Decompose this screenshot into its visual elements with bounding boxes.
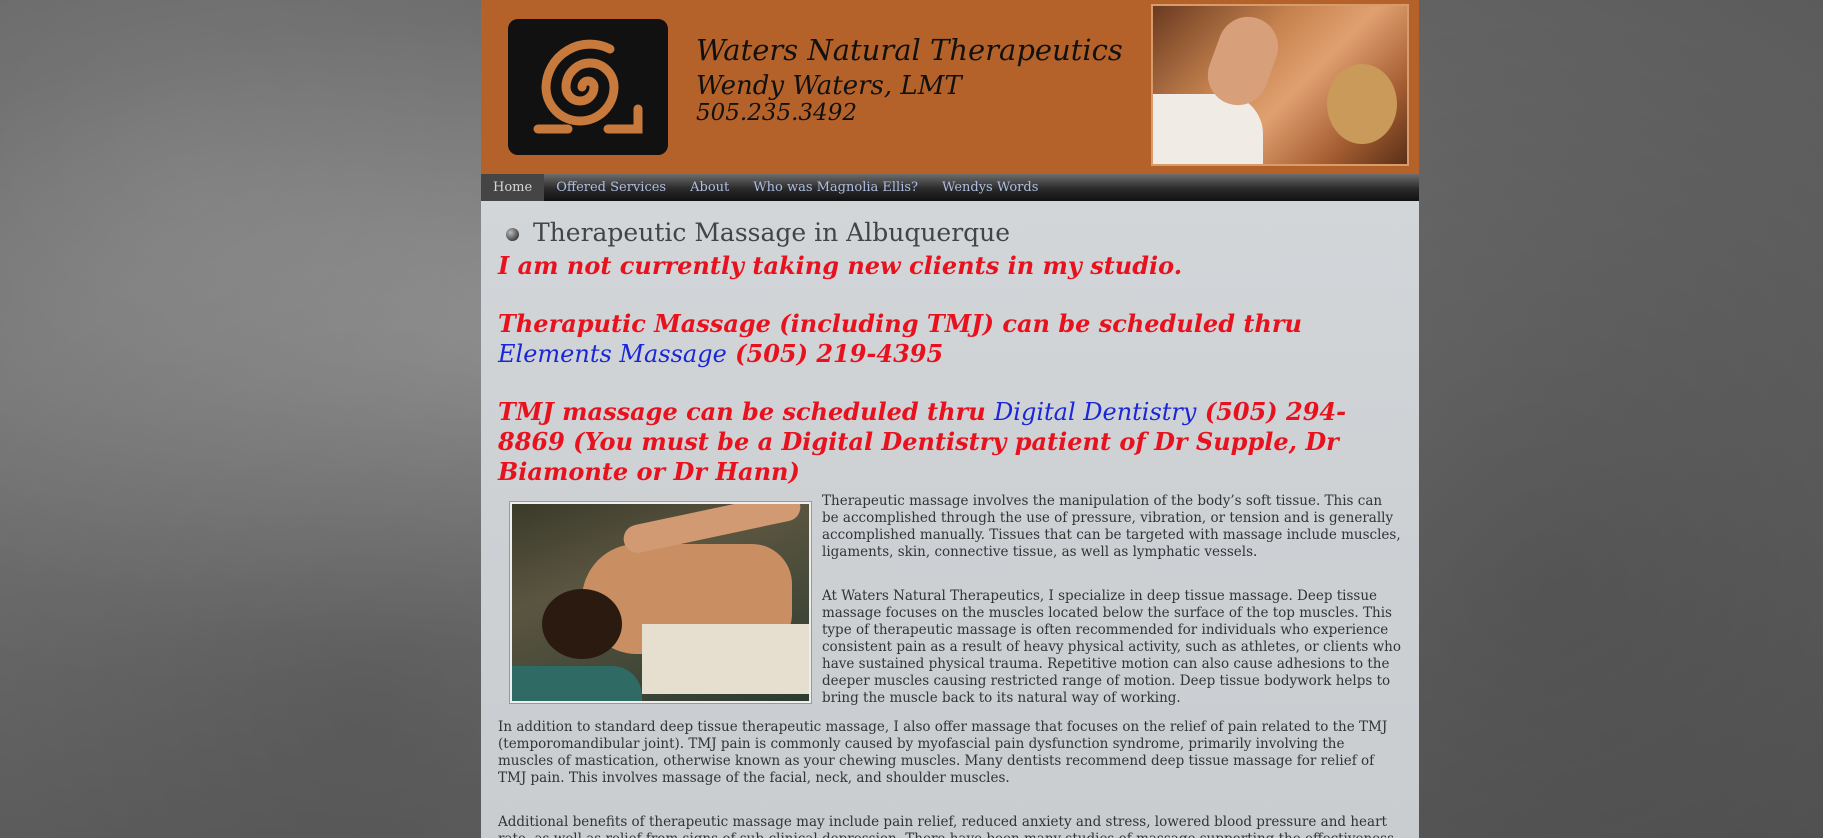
notice-elements-massage: Theraputic Massage (including TMJ) can b… [498,309,1402,369]
photo-detail [642,624,809,694]
nav-offered-services[interactable]: Offered Services [544,174,678,201]
photo-detail [542,589,622,659]
notice-digital-dentistry: TMJ massage can be scheduled thru Digita… [498,397,1402,487]
bullet-icon [506,228,519,241]
intro-text: Therapeutic massage involves the manipul… [822,493,1402,707]
site-header: Waters Natural Therapeutics Wendy Waters… [481,0,1419,174]
spiral-logo[interactable] [508,19,668,155]
notice-text: (505) 219-4395 [726,339,944,368]
photo-detail [1153,94,1263,164]
elements-massage-link[interactable]: Elements Massage [498,340,727,368]
brand-name: Waters Natural Therapeutics [696,33,1123,67]
massage-photo-image [512,504,809,701]
site-page: Waters Natural Therapeutics Wendy Waters… [481,0,1419,838]
nav-home[interactable]: Home [481,174,545,201]
massage-photo [509,501,812,704]
phone-number: 505.235.3492 [696,100,857,126]
owner-name: Wendy Waters, LMT [696,71,962,101]
paragraph-benefits: Additional benefits of therapeutic massa… [498,814,1394,838]
notice-not-taking-clients: I am not currently taking new clients in… [498,251,1183,280]
intro-row: Therapeutic massage involves the manipul… [498,493,1402,707]
header-massage-photo [1151,4,1409,166]
notice-text: TMJ massage can be scheduled thru [498,397,995,426]
page-title: Therapeutic Massage in Albuquerque [533,218,1011,247]
spiral-logo-icon [508,19,668,155]
page-title-row: Therapeutic Massage in Albuquerque [506,218,1402,247]
main-nav: Home Offered Services About Who was Magn… [481,174,1419,201]
photo-detail [1327,64,1397,144]
paragraph-tmj: In addition to standard deep tissue ther… [498,719,1388,786]
digital-dentistry-link[interactable]: Digital Dentistry [994,398,1196,426]
nav-wendys-words[interactable]: Wendys Words [930,174,1050,201]
nav-about[interactable]: About [678,174,741,201]
main-content: Therapeutic Massage in Albuquerque I am … [481,201,1419,838]
paragraph-deep-tissue: At Waters Natural Therapeutics, I specia… [822,588,1401,706]
paragraph-therapeutic-massage: Therapeutic massage involves the manipul… [822,493,1401,560]
nav-magnolia-ellis[interactable]: Who was Magnolia Ellis? [741,174,930,201]
notice-text: Theraputic Massage (including TMJ) can b… [498,309,1302,338]
photo-detail [512,666,642,701]
